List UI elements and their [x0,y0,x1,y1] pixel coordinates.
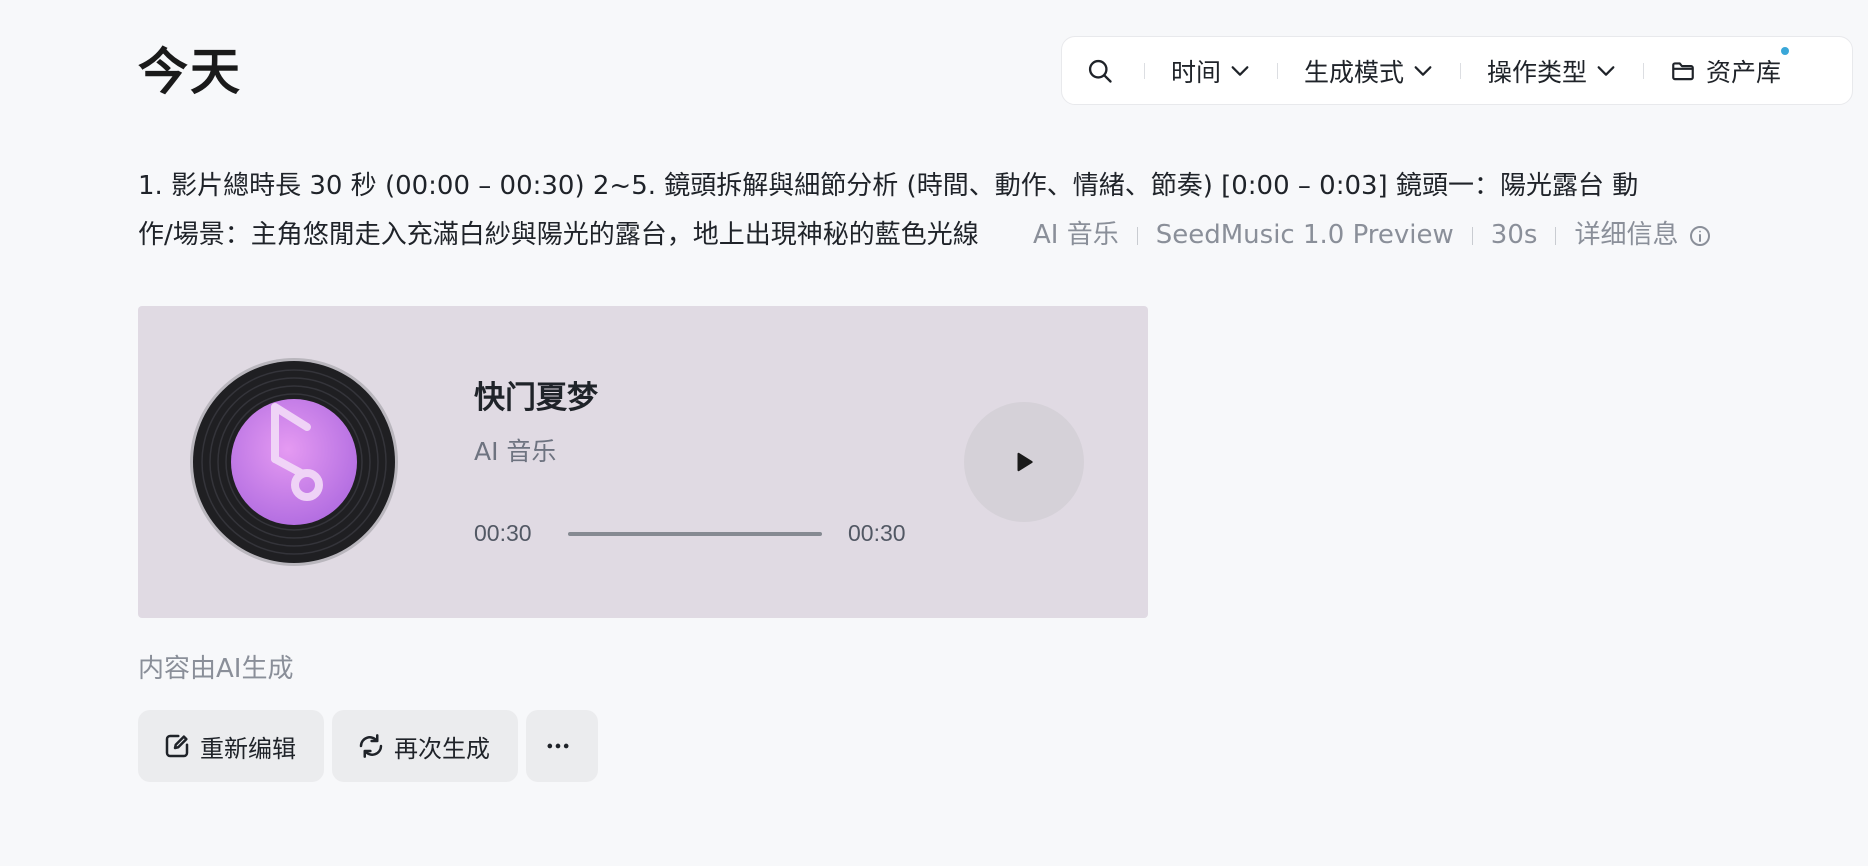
ai-generated-note: 内容由AI生成 [138,654,294,684]
regenerate-button[interactable]: 再次生成 [332,710,518,782]
reedit-button[interactable]: 重新编辑 [138,710,324,782]
meta-duration: 30s [1490,220,1538,250]
time-filter-dropdown[interactable]: 时间 [1171,53,1251,89]
music-player-card[interactable]: 快门夏梦 AI 音乐 00:30 00:30 [138,306,1148,618]
regenerate-label: 再次生成 [394,734,490,763]
chevron-down-icon [1231,65,1249,76]
vinyl-cover-art [190,358,398,566]
prompt-text: 1. 影片總時長 30 秒 (00:00 – 00:30) 2~5. 鏡頭拆解與… [138,162,1738,260]
play-icon [1017,452,1033,472]
total-time: 00:30 [848,520,906,546]
asset-library-button[interactable]: 资产库 [1670,46,1790,89]
meta-model: SeedMusic 1.0 Preview [1155,220,1454,250]
search-icon [1088,59,1112,83]
mode-filter-label: 生成模式 [1304,57,1405,87]
folder-icon [1672,61,1694,80]
reedit-label: 重新编辑 [200,734,296,763]
song-title: 快门夏梦 [474,380,598,416]
info-icon[interactable] [1688,224,1712,248]
notification-dot [1781,46,1790,55]
meta-divider [1555,226,1557,245]
operation-filter-dropdown[interactable]: 操作类型 [1487,53,1617,89]
meta-divider [1136,226,1138,245]
chevron-down-icon [1597,65,1615,76]
search-button[interactable] [1082,53,1118,89]
divider [1277,62,1279,79]
divider [1144,62,1145,79]
prompt-line-2: 作/場景：主角悠閒走入充滿白紗與陽光的露台，地上出現神秘的藍色光線 [138,220,979,250]
song-subtitle: AI 音乐 [474,437,557,466]
details-link[interactable]: 详细信息 [1574,211,1678,260]
operation-filter-label: 操作类型 [1487,57,1588,87]
refresh-icon [359,734,383,758]
prompt-line-2-row: 作/場景：主角悠閒走入充滿白紗與陽光的露台，地上出現神秘的藍色光線 AI 音乐 … [138,211,1738,260]
current-time: 00:30 [474,520,532,546]
play-button[interactable] [964,402,1084,522]
page-title: 今天 [138,43,242,101]
meta-divider [1471,226,1473,245]
filter-bar: 时间 生成模式 操作类型 资产库 [1061,36,1853,105]
progress-fill [568,532,822,536]
progress-bar[interactable] [568,532,822,536]
prompt-line-1: 1. 影片總時長 30 秒 (00:00 – 00:30) 2~5. 鏡頭拆解與… [138,171,1639,201]
meta-type: AI 音乐 [1033,220,1119,250]
chevron-down-icon [1414,65,1432,76]
more-button[interactable] [526,710,598,782]
divider [1643,62,1645,79]
edit-icon [165,734,189,758]
action-bar: 重新编辑 再次生成 [138,710,598,782]
mode-filter-dropdown[interactable]: 生成模式 [1304,53,1434,89]
asset-library-label: 资产库 [1706,57,1782,87]
more-icon [547,743,569,749]
divider [1460,62,1462,79]
generation-meta: AI 音乐 SeedMusic 1.0 Preview 30s 详细信息 [1033,211,1712,260]
time-filter-label: 时间 [1171,57,1222,87]
